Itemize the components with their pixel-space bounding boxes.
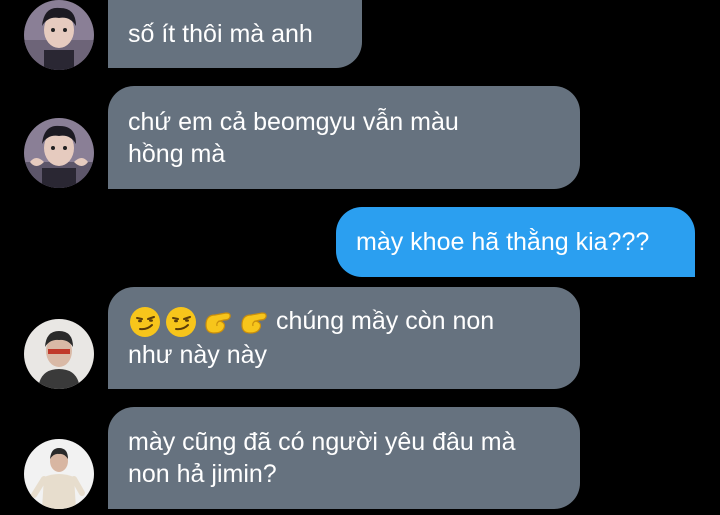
message-bubble-outgoing[interactable]: mày khoe hã thằng kia???	[336, 207, 695, 277]
message-text: chứ em cả beomgyu vẫn màu	[128, 107, 459, 136]
user-avatar-3-icon	[24, 439, 94, 509]
chat-conversation: số ít thôi mà anh chứ em cả beomgyu vẫn …	[0, 0, 720, 515]
message-text: non hả jimin?	[128, 460, 277, 488]
pinching-hand-emoji-icon	[241, 312, 267, 334]
message-bubble-incoming[interactable]: mày cũng đã có người yêu đâu mà non hả j…	[108, 407, 580, 509]
message-text-line: chúng mầy còn non	[128, 305, 560, 339]
emoji-group	[128, 305, 270, 339]
message-bubble-incoming[interactable]: số ít thôi mà anh	[108, 0, 362, 68]
smirking-face-emoji-icon	[130, 307, 160, 338]
user-avatar-1-icon	[24, 118, 94, 188]
message-text: mày khoe hã thằng kia???	[356, 228, 650, 256]
message-text: mày cũng đã có người yêu đâu mà	[128, 428, 516, 456]
message-bubble-incoming[interactable]: chứ em cả beomgyu vẫn màu hồng mà	[108, 86, 580, 189]
sender-avatar[interactable]	[24, 439, 94, 509]
message-bubble-incoming[interactable]: chúng mầy còn non như này này	[108, 287, 580, 389]
message-text: như này này	[128, 341, 268, 370]
user-avatar-1-icon	[24, 0, 94, 70]
smirking-face-emoji-icon	[166, 307, 196, 338]
user-avatar-2-icon	[24, 319, 94, 389]
message-text: hồng mà	[128, 139, 226, 168]
sender-avatar[interactable]	[24, 118, 94, 188]
pinching-hand-emoji-icon	[205, 312, 231, 334]
sender-avatar[interactable]	[24, 319, 94, 389]
sender-avatar[interactable]	[24, 0, 94, 70]
message-text: số ít thôi mà anh	[128, 20, 313, 48]
message-text: chúng mầy còn non	[276, 306, 495, 335]
